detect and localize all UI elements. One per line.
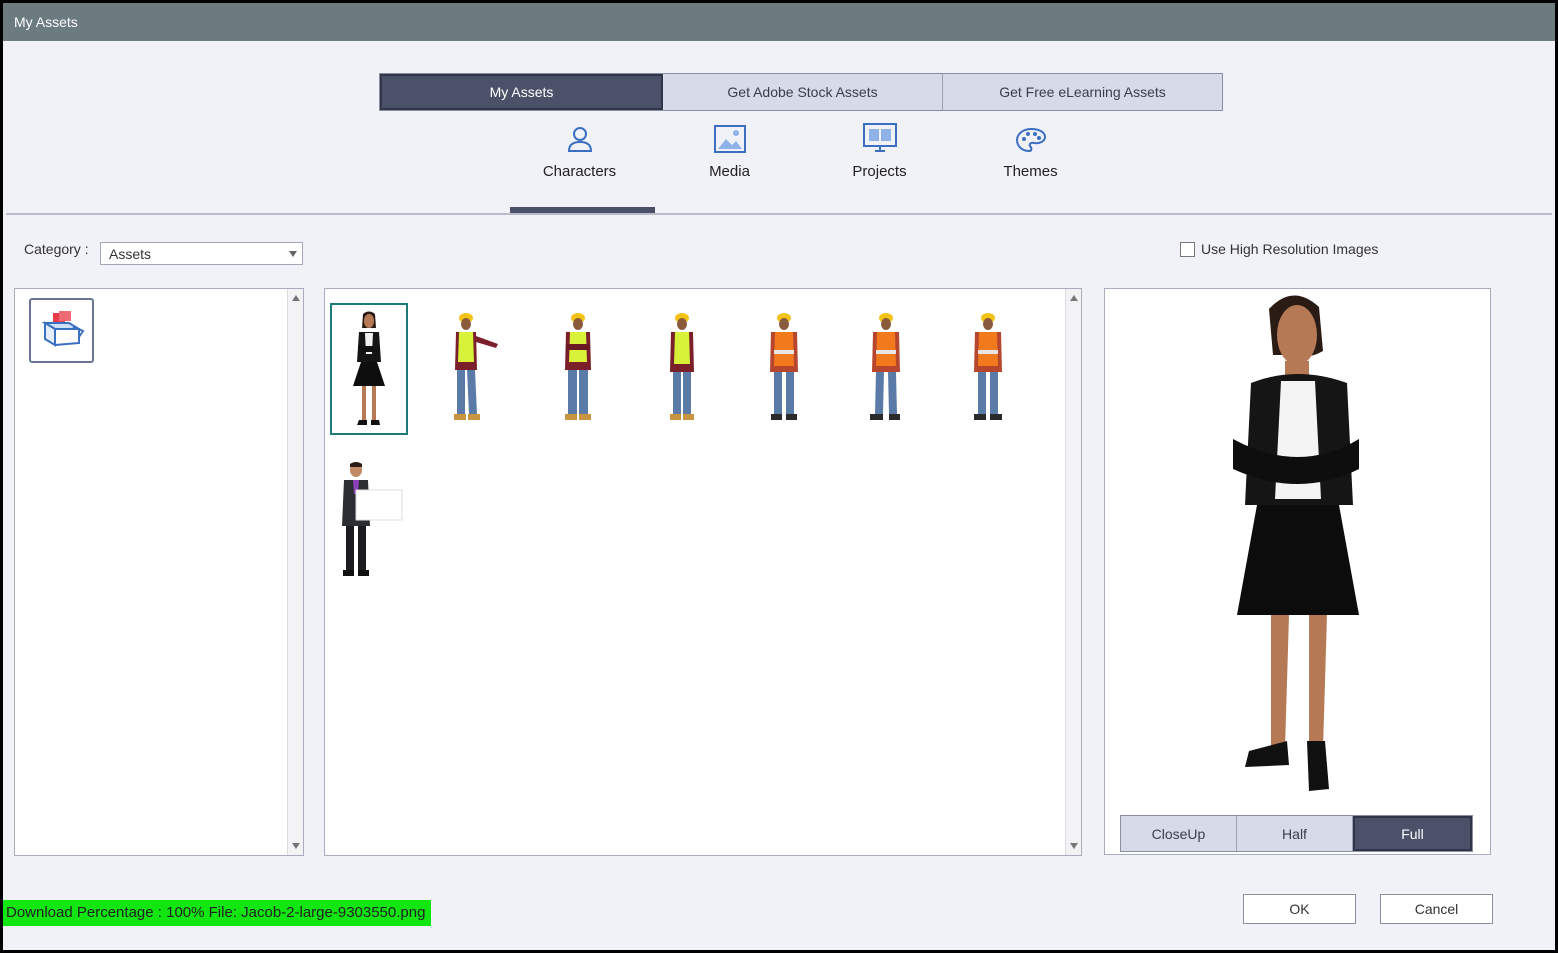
divider <box>6 213 1552 215</box>
window-title: My Assets <box>3 3 1555 41</box>
character-thumb[interactable] <box>643 303 721 435</box>
preview-image <box>1233 295 1359 791</box>
tab-projects[interactable]: Projects <box>807 121 952 180</box>
tab-my-assets[interactable]: My Assets <box>380 74 663 110</box>
category-label: Category : <box>24 241 89 257</box>
folder-panel <box>14 288 304 856</box>
tab-adobe-stock[interactable]: Get Adobe Stock Assets <box>663 74 943 110</box>
folder-scrollbar[interactable] <box>287 289 303 855</box>
tab-projects-label: Projects <box>852 163 907 180</box>
palette-icon <box>1015 121 1046 153</box>
high-res-checkbox[interactable] <box>1180 241 1195 257</box>
view-half-button[interactable]: Half <box>1237 816 1353 851</box>
view-full-button[interactable]: Full <box>1353 816 1472 851</box>
category-tabs: Characters Media Projects Themes <box>3 121 1555 215</box>
source-tabs: My Assets Get Adobe Stock Assets Get Fre… <box>379 73 1223 111</box>
view-closeup-button[interactable]: CloseUp <box>1121 816 1237 851</box>
monitor-icon <box>862 121 897 153</box>
person-icon <box>567 121 593 153</box>
character-thumb[interactable] <box>539 303 617 435</box>
character-thumb[interactable] <box>330 303 408 435</box>
image-icon <box>713 121 746 153</box>
tab-media-label: Media <box>709 163 750 180</box>
tab-themes[interactable]: Themes <box>958 121 1103 180</box>
characters-grid <box>324 288 1082 856</box>
category-selected: Assets <box>109 246 152 262</box>
category-dropdown[interactable]: Assets <box>100 242 303 265</box>
character-thumb[interactable] <box>330 455 408 587</box>
character-thumb[interactable] <box>949 303 1027 435</box>
dropdown-arrow-icon <box>289 251 297 257</box>
character-thumb[interactable] <box>745 303 823 435</box>
asset-box-icon <box>39 309 85 352</box>
high-res-label: Use High Resolution Images <box>1201 241 1379 257</box>
tab-characters-label: Characters <box>542 163 617 180</box>
tab-characters[interactable]: Characters <box>507 121 652 180</box>
character-thumb[interactable] <box>435 303 513 435</box>
tab-themes-label: Themes <box>1003 163 1058 180</box>
character-preview: CloseUp Half Full <box>1104 288 1491 855</box>
ok-button[interactable]: OK <box>1243 894 1356 924</box>
download-status: Download Percentage : 100% File: Jacob-2… <box>3 900 432 926</box>
tab-media[interactable]: Media <box>657 121 802 180</box>
high-res-option: Use High Resolution Images <box>1180 241 1378 257</box>
tab-free-elearning[interactable]: Get Free eLearning Assets <box>943 74 1222 110</box>
cancel-button[interactable]: Cancel <box>1380 894 1493 924</box>
grid-scrollbar[interactable] <box>1065 289 1081 855</box>
character-thumb[interactable] <box>847 303 925 435</box>
my-assets-dialog: My Assets My Assets Get Adobe Stock Asse… <box>3 3 1555 950</box>
view-mode-tabs: CloseUp Half Full <box>1120 815 1473 852</box>
assets-folder-button[interactable] <box>29 298 94 363</box>
